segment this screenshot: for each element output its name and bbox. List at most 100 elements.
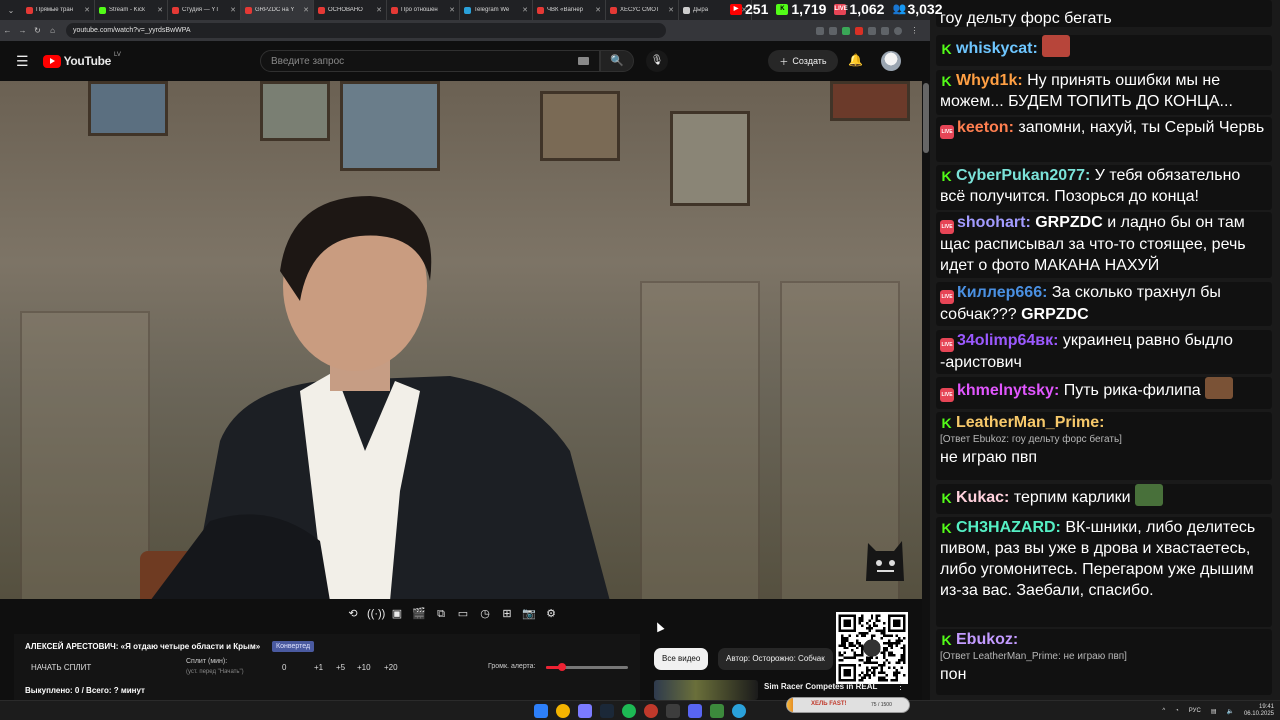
hamburger-menu-icon[interactable]: ☰: [16, 53, 29, 70]
chrome-icon[interactable]: [556, 704, 570, 718]
screen-cast-icon[interactable]: ▣: [389, 606, 405, 622]
extension-icon[interactable]: [855, 26, 863, 35]
microphone-icon[interactable]: 🎙: [646, 50, 668, 72]
tab-close-icon[interactable]: ✕: [449, 6, 455, 14]
chat-text: терпим карлики: [1013, 489, 1131, 506]
add-5-button[interactable]: +5: [336, 663, 345, 672]
tab-close-icon[interactable]: ✕: [595, 6, 601, 14]
search-button[interactable]: 🔍: [600, 50, 634, 72]
browser-tab[interactable]: Telegram We ✕: [460, 0, 533, 20]
recommended-video-thumbnail[interactable]: [654, 680, 758, 700]
chip-author[interactable]: Автор: Осторожно: Собчак: [718, 648, 833, 670]
extension-icon[interactable]: [829, 26, 837, 35]
browser-tab[interactable]: Stream - Kick ✕: [95, 0, 168, 20]
browser-tab[interactable]: Студия — YT ✕: [168, 0, 241, 20]
notifications-bell-icon[interactable]: 🔔: [848, 53, 863, 67]
settings-gear-icon[interactable]: ⚙: [543, 606, 559, 622]
forward-icon[interactable]: →: [15, 26, 30, 35]
add-10-button[interactable]: +10: [357, 663, 371, 672]
telegram-icon[interactable]: [732, 704, 746, 718]
app-icon[interactable]: [688, 704, 702, 718]
back-icon[interactable]: ←: [0, 26, 15, 35]
audio-wave-icon[interactable]: ((·)): [367, 606, 385, 622]
vk-live-platform-icon: LIVE: [940, 220, 954, 234]
profile-icon[interactable]: [894, 26, 902, 35]
spotify-icon[interactable]: [622, 704, 636, 718]
browser-tab[interactable]: ХЕСУС СМОТ ✕: [606, 0, 679, 20]
scrollbar-thumb[interactable]: [923, 83, 929, 153]
tab-close-icon[interactable]: ✕: [522, 6, 528, 14]
clapperboard-icon[interactable]: 🎬: [411, 606, 427, 622]
browser-tab[interactable]: ЧВК «Вагнер ✕: [533, 0, 606, 20]
tray-chevron-icon[interactable]: ^: [1162, 708, 1165, 714]
chip-all-videos[interactable]: Все видео: [654, 648, 709, 670]
add-1-button[interactable]: +1: [314, 663, 323, 672]
cinema-mode-icon[interactable]: ▭: [455, 606, 471, 622]
chat-username[interactable]: CH3HAZARD:: [956, 519, 1061, 536]
language-indicator[interactable]: РУС: [1189, 708, 1201, 714]
chat-username[interactable]: keeton:: [957, 119, 1014, 136]
loop-icon[interactable]: ⟲: [345, 606, 361, 622]
wifi-icon[interactable]: ◔: [1175, 708, 1179, 714]
tab-close-icon[interactable]: ✕: [157, 6, 163, 14]
chat-text: гоу дельту форс бегать: [940, 10, 1112, 27]
youtube-logo[interactable]: YouTube LV: [42, 52, 121, 68]
create-button[interactable]: ＋ Создать: [768, 50, 838, 72]
volume-icon[interactable]: 🔈: [1226, 708, 1233, 715]
page-scrollbar[interactable]: [922, 81, 930, 701]
browser-tab[interactable]: ОСНОВАНО ✕: [314, 0, 387, 20]
chat-message: LIVE Киллер666: За сколько трахнул бы соб…: [936, 282, 1272, 326]
chat-username[interactable]: LeatherMan_Prime:: [956, 414, 1105, 431]
extension-icon[interactable]: [842, 26, 850, 35]
chat-message: LIVE khmelnytsky: Путь рика-филипа: [936, 377, 1272, 409]
chat-username[interactable]: Kukac:: [956, 489, 1009, 506]
steam-icon[interactable]: [600, 704, 614, 718]
recommended-video-title[interactable]: Sim Racer Competes in REAL: [764, 682, 877, 691]
avatar[interactable]: [881, 51, 901, 71]
browser-tab[interactable]: Про отношен ✕: [387, 0, 460, 20]
clock[interactable]: 19:41 06.10.2025: [1244, 704, 1274, 718]
windows-start-icon[interactable]: [534, 704, 548, 718]
menu-kebab-icon[interactable]: ⋮: [907, 26, 922, 35]
tab-close-icon[interactable]: ✕: [230, 6, 236, 14]
browser-tab[interactable]: Прямые тран ✕: [22, 0, 95, 20]
discord-icon[interactable]: [578, 704, 592, 718]
reload-icon[interactable]: ↻: [30, 26, 45, 35]
add-20-button[interactable]: +20: [384, 663, 398, 672]
speed-gauge-icon[interactable]: ◷: [477, 606, 493, 622]
chat-username[interactable]: khmelnytsky:: [957, 382, 1059, 399]
chat-username[interactable]: 34olimp64вк:: [957, 332, 1058, 349]
extension-icon[interactable]: [816, 26, 824, 35]
start-split-button[interactable]: НАЧАТЬ СПЛИТ: [31, 663, 91, 672]
keyboard-icon[interactable]: [578, 57, 589, 65]
tab-close-icon[interactable]: ✕: [84, 6, 90, 14]
alert-volume-slider[interactable]: [546, 663, 628, 671]
chat-username[interactable]: whiskycat:: [956, 40, 1038, 57]
app-icon[interactable]: [666, 704, 680, 718]
download-icon[interactable]: [881, 26, 889, 35]
more-options-icon[interactable]: ⋮: [896, 681, 905, 692]
chat-username[interactable]: Ebukoz:: [956, 631, 1018, 648]
vk-live-platform-icon: LIVE: [940, 388, 954, 402]
tab-close-icon[interactable]: ✕: [668, 6, 674, 14]
screenshot-camera-icon[interactable]: 📷: [521, 606, 537, 622]
slider-handle[interactable]: [558, 663, 567, 671]
chat-username[interactable]: CyberPukan2077:: [956, 167, 1090, 184]
home-icon[interactable]: ⌂: [45, 26, 60, 35]
tab-close-icon[interactable]: ✕: [303, 6, 309, 14]
add-frame-icon[interactable]: ⊞: [499, 606, 515, 622]
chat-username[interactable]: Whyd1k:: [956, 72, 1023, 89]
tab-close-icon[interactable]: ✕: [376, 6, 382, 14]
address-bar[interactable]: youtube.com/watch?v=_yyrdsBwWPA: [66, 23, 666, 38]
search-input[interactable]: Введите запрос: [260, 50, 600, 72]
chat-username[interactable]: Киллер666:: [957, 284, 1047, 301]
network-icon[interactable]: ▤: [1211, 708, 1217, 715]
tab-search-icon[interactable]: ⌄: [0, 6, 22, 15]
video-player[interactable]: [0, 81, 922, 599]
picture-in-picture-icon[interactable]: ⧉: [433, 606, 449, 622]
app-icon[interactable]: [710, 704, 724, 718]
obs-icon[interactable]: [644, 704, 658, 718]
extension-icon[interactable]: [868, 26, 876, 35]
chat-username[interactable]: shoohart:: [957, 214, 1031, 231]
browser-tab[interactable]: GRPZDC на Y ✕: [241, 0, 314, 20]
